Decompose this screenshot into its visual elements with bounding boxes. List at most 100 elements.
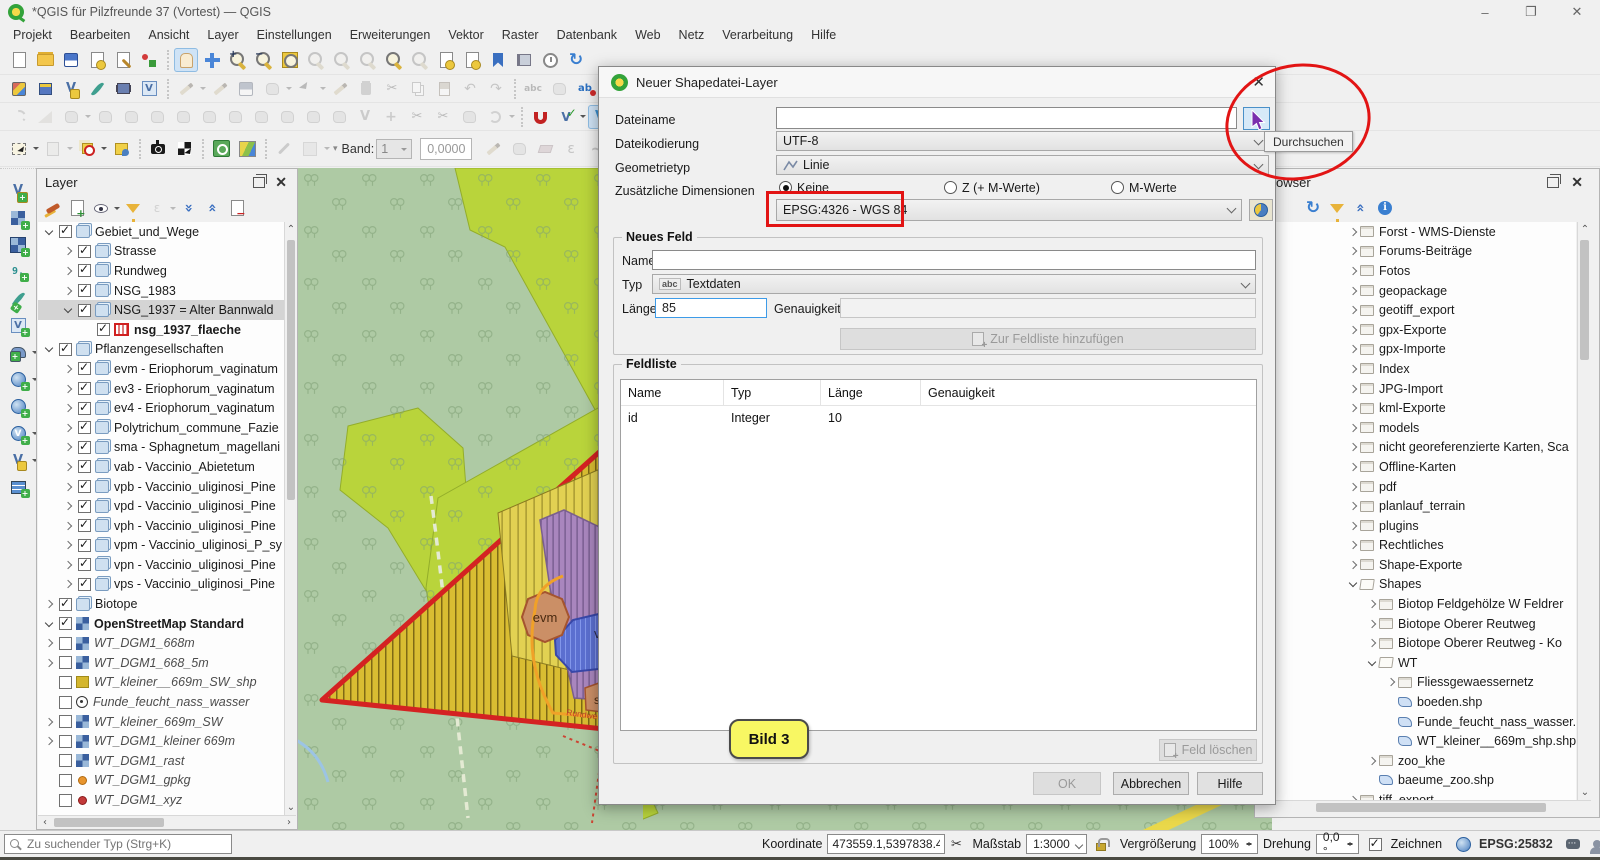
raster-epsilon-icon[interactable] <box>559 137 583 161</box>
layer-checkbox[interactable] <box>59 774 72 787</box>
modify-attributes-icon[interactable] <box>328 77 352 101</box>
expand-arrow-icon[interactable] <box>42 793 56 807</box>
browser-tree-row[interactable]: tiff_export <box>1342 790 1576 800</box>
filter-legend-icon[interactable] <box>122 197 144 219</box>
vertex-tool-icon[interactable] <box>294 77 318 101</box>
browser-tree-row[interactable]: WT_kleiner__669m_shp.shp <box>1342 731 1576 751</box>
expand-arrow-icon[interactable] <box>1346 480 1360 494</box>
menu-item[interactable]: Hilfe <box>802 26 845 44</box>
expand-arrow-icon[interactable] <box>61 440 75 454</box>
menu-item[interactable]: Layer <box>198 26 247 44</box>
dialog-title-bar[interactable]: Neuer Shapedatei-Layer ✕ <box>599 67 1275 98</box>
layer-checkbox[interactable] <box>59 696 72 709</box>
add-mesh-layer-icon[interactable] <box>6 233 30 257</box>
menu-item[interactable]: Web <box>626 26 669 44</box>
add-wms-layer-icon[interactable] <box>6 395 30 419</box>
expand-arrow-icon[interactable] <box>1346 499 1360 513</box>
float-panel-icon[interactable] <box>253 177 265 188</box>
layer-checkbox[interactable] <box>59 343 72 356</box>
layer-tree-row[interactable]: WT_DGM1_xyz <box>38 790 284 810</box>
expand-arrow-icon[interactable] <box>1346 362 1360 376</box>
layer-tree-row[interactable]: Gebiet_und_Wege <box>38 222 284 242</box>
expand-arrow-icon[interactable] <box>42 754 56 768</box>
browser-tree-row[interactable]: geotiff_export <box>1342 300 1576 320</box>
expand-arrow-icon[interactable] <box>1384 695 1398 709</box>
radio-icon[interactable] <box>1111 181 1124 194</box>
add-group-icon[interactable] <box>66 197 88 219</box>
geometry-select[interactable]: Linie <box>776 155 1269 175</box>
expand-arrow-icon[interactable] <box>1346 421 1360 435</box>
add-oracle-layer-icon[interactable] <box>6 476 30 500</box>
expand-arrow-icon[interactable] <box>1346 538 1360 552</box>
menu-item[interactable]: Verarbeitung <box>713 26 802 44</box>
menu-item[interactable]: Ansicht <box>139 26 198 44</box>
zoom-next-icon[interactable] <box>408 48 432 72</box>
expand-arrow-icon[interactable] <box>42 695 56 709</box>
expand-arrow-icon[interactable] <box>1346 793 1360 800</box>
manage-map-themes-icon[interactable] <box>90 197 112 219</box>
expand-arrow-icon[interactable] <box>1384 734 1398 748</box>
save-project-icon[interactable] <box>59 48 83 72</box>
expand-arrow-icon[interactable] <box>1346 577 1360 591</box>
browser-tree-row[interactable]: Biotop Feldgehölze W Feldrer <box>1342 594 1576 614</box>
expand-arrow-icon[interactable] <box>61 577 75 591</box>
expand-arrow-icon[interactable] <box>61 538 75 552</box>
expand-arrow-icon[interactable] <box>42 734 56 748</box>
col-name[interactable]: Name <box>621 380 724 406</box>
layer-checkbox[interactable] <box>78 421 91 434</box>
add-delimited-text-layer-icon[interactable] <box>6 260 30 284</box>
zoom-last-icon[interactable] <box>382 48 406 72</box>
dialog-close-icon[interactable]: ✕ <box>1252 73 1265 91</box>
expand-arrow-icon[interactable] <box>1346 323 1360 337</box>
layer-checkbox[interactable] <box>78 500 91 513</box>
filename-input[interactable] <box>776 107 1237 129</box>
dim-option-m[interactable]: M-Werte <box>1111 181 1177 195</box>
expand-arrow-icon[interactable] <box>42 225 56 239</box>
add-spatialite-db-layer-icon[interactable] <box>6 368 30 392</box>
expand-arrow-icon[interactable] <box>42 773 56 787</box>
add-scratch-layer-icon[interactable] <box>6 314 30 338</box>
add-spatialite-layer-icon[interactable] <box>6 287 30 311</box>
close-button[interactable]: ✕ <box>1554 0 1600 24</box>
layer-checkbox[interactable] <box>59 676 72 689</box>
browser-tree-row[interactable]: Shape-Exporte <box>1342 555 1576 575</box>
lock-scale-icon[interactable] <box>1091 834 1111 854</box>
expand-arrow-icon[interactable] <box>61 362 75 376</box>
pan-to-selection-icon[interactable] <box>200 48 224 72</box>
browser-tree-row[interactable]: baeume_zoo.shp <box>1342 771 1576 791</box>
help-button[interactable]: Hilfe <box>1197 772 1263 795</box>
browser-tree-row[interactable]: boeden.shp <box>1342 692 1576 712</box>
minimize-button[interactable]: – <box>1462 0 1508 24</box>
delete-part-icon[interactable] <box>275 105 299 129</box>
layer-checkbox[interactable] <box>59 735 72 748</box>
merge-features-icon[interactable] <box>405 105 429 129</box>
menu-item[interactable]: Raster <box>493 26 548 44</box>
raster-stroke-icon[interactable] <box>481 137 505 161</box>
layer-checkbox[interactable] <box>78 558 91 571</box>
expand-arrow-icon[interactable] <box>42 597 56 611</box>
raster-eyedropper-icon[interactable] <box>272 137 296 161</box>
expand-arrow-icon[interactable] <box>1384 715 1398 729</box>
current-edits-icon[interactable] <box>174 77 198 101</box>
layer-checkbox[interactable] <box>59 715 72 728</box>
col-genauigkeit[interactable]: Genauigkeit <box>921 380 1251 406</box>
layer-tree-row[interactable]: Polytrichum_commune_Fazie <box>38 418 284 438</box>
expand-arrow-icon[interactable] <box>61 460 75 474</box>
zoom-full-icon[interactable] <box>278 48 302 72</box>
simplify-feature-icon[interactable] <box>145 105 169 129</box>
menu-item[interactable]: Einstellungen <box>248 26 341 44</box>
layer-tree-row[interactable]: Funde_feucht_nass_wasser <box>38 692 284 712</box>
pixel-selection-icon[interactable] <box>172 137 196 161</box>
menu-item[interactable]: Erweiterungen <box>341 26 440 44</box>
layer-tree-row[interactable]: NSG_1983 <box>38 281 284 301</box>
zoom-out-icon[interactable]: − <box>252 48 276 72</box>
layer-tree-row[interactable]: vpb - Vaccinio_uliginosi_Pine <box>38 477 284 497</box>
layer-tree-row[interactable]: Biotope <box>38 594 284 614</box>
add-part-icon[interactable] <box>197 105 221 129</box>
redo-icon[interactable] <box>484 77 508 101</box>
layer-tree-row[interactable]: vab - Vaccinio_Abietetum <box>38 457 284 477</box>
refresh-map-icon[interactable] <box>564 48 588 72</box>
layer-checkbox[interactable] <box>78 402 91 415</box>
browser-tree-row[interactable]: Funde_feucht_nass_wasser. <box>1342 712 1576 732</box>
expand-arrow-icon[interactable] <box>61 244 75 258</box>
